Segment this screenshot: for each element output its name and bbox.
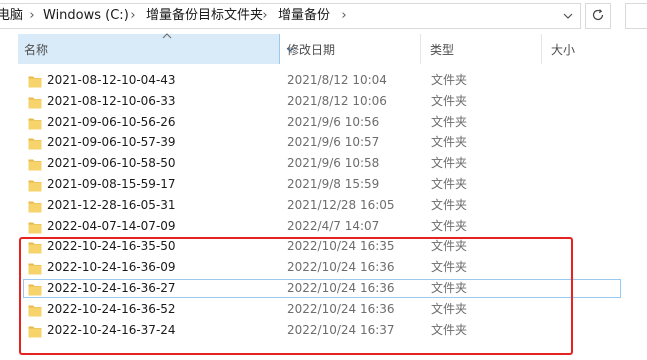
breadcrumb-windows-c[interactable]: Windows (C:) (43, 4, 129, 28)
file-name: 2021-09-08-15-59-17 (47, 176, 176, 191)
file-name: 2022-10-24-16-37-24 (47, 322, 176, 337)
folder-icon (28, 116, 42, 130)
file-modified-date: 2022/4/7 14:07 (287, 218, 380, 233)
folder-icon (28, 324, 42, 338)
file-type: 文件夹 (431, 260, 468, 275)
breadcrumb-this-pc[interactable]: 电脑 (0, 4, 23, 28)
file-modified-date: 2022/10/24 16:35 (287, 239, 395, 254)
file-modified-date: 2022/10/24 16:36 (287, 260, 395, 275)
file-row[interactable]: 2022-10-24-16-36-09 2022/10/24 16:36 文件夹 (0, 257, 647, 278)
file-type: 文件夹 (431, 280, 468, 295)
file-type: 文件夹 (431, 156, 468, 171)
file-row[interactable]: 2021-12-28-16-05-31 2021/12/28 16:05 文件夹 (0, 195, 647, 216)
file-name: 2021-09-06-10-57-39 (47, 135, 176, 150)
file-modified-date: 2022/10/24 16:36 (287, 280, 395, 295)
folder-icon (28, 157, 42, 171)
file-type: 文件夹 (431, 73, 468, 87)
breadcrumb-separator[interactable]: › (258, 4, 272, 28)
file-row[interactable]: 2021-08-12-10-04-43 2021/8/12 10:04 文件夹 (0, 70, 647, 91)
folder-icon (28, 178, 42, 192)
file-row[interactable]: 2021-08-12-10-06-33 2021/8/12 10:06 文件夹 (0, 91, 647, 112)
address-bar[interactable]: 电脑 › Windows (C:) › 增量备份目标文件夹 › 增量备份 › (0, 3, 581, 29)
column-header-name-label: 名称 (24, 43, 49, 57)
file-type: 文件夹 (431, 93, 468, 108)
file-modified-date: 2021/8/12 10:04 (287, 73, 387, 87)
file-modified-date: 2021/9/6 10:57 (287, 135, 380, 150)
column-header-row: 名称 修改日期 类型 大小 (0, 32, 647, 64)
column-header-size-label: 大小 (551, 43, 576, 57)
address-bar-row: 电脑 › Windows (C:) › 增量备份目标文件夹 › 增量备份 › (0, 0, 647, 34)
refresh-button[interactable] (585, 3, 611, 29)
folder-icon (28, 74, 42, 88)
folder-icon (28, 136, 42, 150)
breadcrumb-separator[interactable]: › (337, 4, 351, 28)
folder-icon (28, 261, 42, 275)
file-row[interactable]: 2022-10-24-16-36-52 2022/10/24 16:36 文件夹 (0, 299, 647, 320)
breadcrumb-backup-target-folder[interactable]: 增量备份目标文件夹 (146, 4, 263, 28)
file-name: 2022-10-24-16-36-09 (47, 260, 176, 275)
column-header-name[interactable]: 名称 (18, 32, 294, 64)
file-name: 2022-10-24-16-36-27 (47, 280, 176, 295)
file-row[interactable]: 2022-04-07-14-07-09 2022/4/7 14:07 文件夹 (0, 216, 647, 237)
folder-icon (28, 240, 42, 254)
search-input[interactable] (625, 3, 647, 29)
file-type: 文件夹 (431, 114, 468, 129)
file-row[interactable]: 2021-09-06-10-57-39 2021/9/6 10:57 文件夹 (0, 132, 647, 153)
file-modified-date: 2022/10/24 16:37 (287, 322, 395, 337)
file-name: 2021-12-28-16-05-31 (47, 197, 176, 212)
file-name: 2022-10-24-16-36-52 (47, 301, 176, 316)
file-modified-date: 2021/9/6 10:56 (287, 114, 380, 129)
file-row[interactable]: 2022-10-24-16-37-24 2022/10/24 16:37 文件夹 (0, 320, 647, 341)
folder-icon (28, 282, 42, 296)
sort-ascending-icon (162, 32, 172, 42)
column-header-type-label: 类型 (430, 43, 455, 57)
file-row[interactable]: 2021-09-06-10-58-50 2021/9/6 10:58 文件夹 (0, 153, 647, 174)
column-header-size[interactable]: 大小 (545, 34, 645, 64)
folder-icon (28, 220, 42, 234)
file-type: 文件夹 (431, 176, 468, 191)
column-header-date[interactable]: 修改日期 (281, 34, 421, 64)
column-header-type[interactable]: 类型 (424, 34, 542, 64)
breadcrumb-incremental-backup[interactable]: 增量备份 (278, 4, 330, 28)
file-name: 2022-10-24-16-35-50 (47, 239, 176, 254)
breadcrumb-separator[interactable]: › (126, 4, 140, 28)
chevron-down-icon[interactable] (555, 4, 581, 28)
file-modified-date: 2021/8/12 10:06 (287, 93, 387, 108)
file-name: 2021-08-12-10-06-33 (47, 93, 176, 108)
file-modified-date: 2021/9/8 15:59 (287, 176, 380, 191)
file-name: 2021-09-06-10-58-50 (47, 156, 176, 171)
file-row[interactable]: 2022-10-24-16-35-50 2022/10/24 16:35 文件夹 (0, 236, 647, 257)
refresh-icon (591, 8, 605, 25)
file-explorer-window: 电脑 › Windows (C:) › 增量备份目标文件夹 › 增量备份 › 名… (0, 0, 647, 360)
file-list: 2021-08-12-10-04-43 2021/8/12 10:04 文件夹 202… (0, 70, 647, 340)
file-row[interactable]: 2022-10-24-16-36-27 2022/10/24 16:36 文件夹 (0, 278, 647, 299)
file-type: 文件夹 (431, 239, 468, 254)
file-name: 2022-04-07-14-07-09 (47, 218, 176, 233)
folder-icon (28, 303, 42, 317)
folder-icon (28, 95, 42, 109)
file-type: 文件夹 (431, 135, 468, 150)
file-type: 文件夹 (431, 218, 468, 233)
file-type: 文件夹 (431, 322, 468, 337)
file-row[interactable]: 2021-09-08-15-59-17 2021/9/8 15:59 文件夹 (0, 174, 647, 195)
file-type: 文件夹 (431, 197, 468, 212)
file-type: 文件夹 (431, 301, 468, 316)
file-name: 2021-08-12-10-04-43 (47, 73, 176, 87)
file-modified-date: 2021/9/6 10:58 (287, 156, 380, 171)
column-header-date-label: 修改日期 (287, 43, 336, 57)
file-modified-date: 2022/10/24 16:36 (287, 301, 395, 316)
folder-icon (28, 199, 42, 213)
breadcrumb-separator[interactable]: › (25, 4, 39, 28)
file-name: 2021-09-06-10-56-26 (47, 114, 176, 129)
file-row[interactable]: 2021-09-06-10-56-26 2021/9/6 10:56 文件夹 (0, 112, 647, 133)
file-modified-date: 2021/12/28 16:05 (287, 197, 395, 212)
